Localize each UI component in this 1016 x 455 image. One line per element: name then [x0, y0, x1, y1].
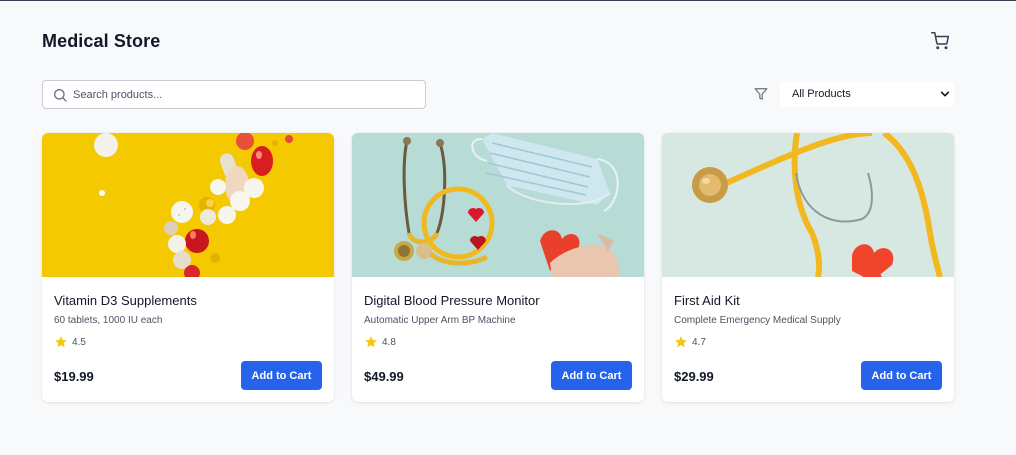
- product-name: Vitamin D3 Supplements: [54, 293, 197, 308]
- product-price: $49.99: [364, 369, 404, 384]
- rating-value: 4.5: [72, 336, 86, 348]
- add-to-cart-button[interactable]: Add to Cart: [861, 361, 942, 390]
- product-name: First Aid Kit: [674, 293, 740, 308]
- product-price: $19.99: [54, 369, 94, 384]
- product-rating: 4.7: [674, 335, 706, 349]
- search-input[interactable]: [73, 81, 421, 108]
- product-rating: 4.8: [364, 335, 396, 349]
- cart-button[interactable]: [930, 31, 950, 51]
- stethoscope-heart-image: [662, 133, 954, 277]
- star-icon: [55, 336, 67, 348]
- rating-value: 4.7: [692, 336, 706, 348]
- category-select-value: All Products: [792, 88, 851, 100]
- cart-icon: [931, 32, 949, 50]
- filter-icon[interactable]: [754, 87, 768, 101]
- app: Medical Store All Products: [0, 1, 1016, 455]
- star-icon: [365, 336, 377, 348]
- product-name: Digital Blood Pressure Monitor: [364, 293, 540, 308]
- stethoscope-mask-hearts-image: [352, 133, 644, 277]
- product-card: First Aid Kit Complete Emergency Medical…: [662, 133, 954, 402]
- add-to-cart-button[interactable]: Add to Cart: [241, 361, 322, 390]
- product-card: Digital Blood Pressure Monitor Automatic…: [352, 133, 644, 402]
- chevron-down-icon: [940, 91, 950, 97]
- product-rating: 4.5: [54, 335, 86, 349]
- product-description: 60 tablets, 1000 IU each: [54, 315, 163, 326]
- product-card: Vitamin D3 Supplements 60 tablets, 1000 …: [42, 133, 334, 402]
- rating-value: 4.8: [382, 336, 396, 348]
- star-icon: [675, 336, 687, 348]
- product-description: Automatic Upper Arm BP Machine: [364, 315, 516, 326]
- product-price: $29.99: [674, 369, 714, 384]
- product-description: Complete Emergency Medical Supply: [674, 315, 841, 326]
- add-to-cart-button[interactable]: Add to Cart: [551, 361, 632, 390]
- pills-on-yellow-image: [42, 133, 334, 277]
- search-icon: [54, 89, 67, 102]
- search-box[interactable]: [42, 80, 426, 109]
- header: Medical Store: [42, 1, 954, 81]
- page-title: Medical Store: [42, 31, 161, 51]
- category-select[interactable]: All Products: [780, 82, 954, 107]
